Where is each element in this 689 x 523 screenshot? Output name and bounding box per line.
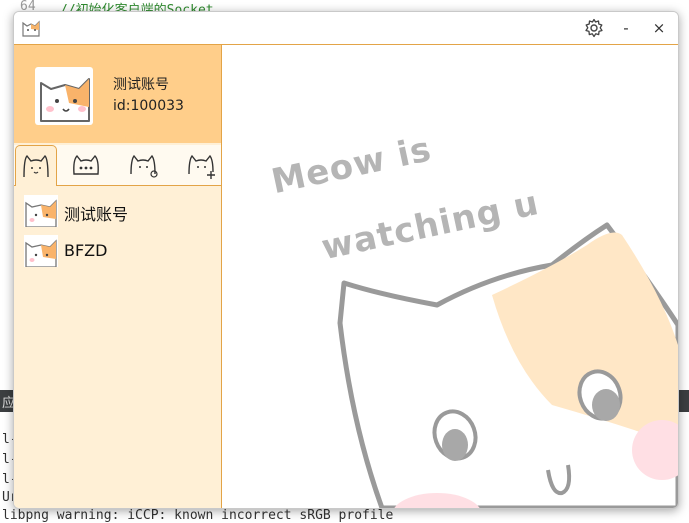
minimize-button[interactable]: - [616, 16, 636, 40]
close-button[interactable]: × [648, 16, 670, 40]
profile-user-id: id:100033 [113, 98, 184, 114]
contact-name: BFZD [64, 241, 108, 260]
cat-group-icon [130, 154, 158, 178]
settings-button[interactable] [581, 16, 607, 40]
cat-add-icon [188, 154, 215, 179]
avatar[interactable] [35, 67, 93, 125]
profile-username: 测试账号 [113, 77, 169, 93]
sidebar: 测试账号 id:100033 测试账号 BFZD [14, 45, 222, 508]
app-logo-icon [20, 17, 42, 39]
cat-avatar-icon [40, 78, 90, 122]
tab-contacts[interactable] [15, 145, 57, 186]
cat-face-icon [23, 154, 49, 178]
chat-app-window: - × 测试账号 id:100033 测试账号 BFZD Meow is wat… [13, 11, 679, 509]
cat-illustration [337, 222, 678, 508]
tab-groups[interactable] [124, 145, 164, 185]
chat-area: Meow is watching u [222, 45, 678, 508]
list-item[interactable]: 测试账号 [14, 191, 221, 231]
cat-chat-icon [73, 154, 99, 175]
list-item[interactable]: BFZD [14, 231, 221, 271]
avatar [24, 235, 58, 267]
avatar [24, 195, 58, 227]
console-warning: libpng warning: iCCP: known incorrect sR… [2, 508, 394, 523]
cat-avatar-icon [25, 239, 57, 267]
tab-add-friend[interactable] [182, 145, 222, 185]
sidebar-tabs [14, 145, 221, 186]
title-bar[interactable]: - × [14, 12, 678, 45]
gear-icon [585, 18, 603, 38]
tab-chats[interactable] [66, 145, 106, 185]
cat-avatar-icon [25, 199, 57, 227]
profile-card: 测试账号 id:100033 [14, 45, 221, 143]
contact-name: 测试账号 [64, 205, 129, 224]
contact-list: 测试账号 BFZD [14, 191, 221, 271]
